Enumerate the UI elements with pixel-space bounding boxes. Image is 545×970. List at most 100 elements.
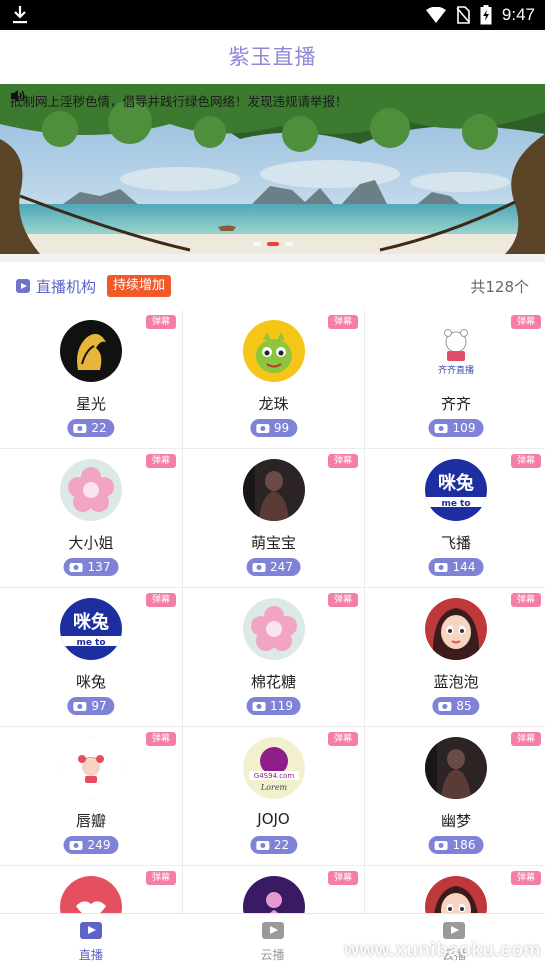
carousel-dot-active[interactable] <box>266 242 279 246</box>
svg-text:Lorem: Lorem <box>259 783 287 792</box>
danmaku-tag: 弹幕 <box>327 315 358 329</box>
viewer-count-pill: 249 <box>63 836 119 854</box>
viewer-count: 109 <box>452 421 476 435</box>
platform-avatar: G4S94.com Lorem <box>242 737 305 799</box>
platform-card[interactable]: 弹幕 <box>183 866 364 914</box>
camera-icon <box>255 423 269 433</box>
platform-avatar <box>242 459 305 521</box>
nav-label: 直播 <box>78 948 103 962</box>
platform-avatar: 咪兔 me to <box>425 459 487 521</box>
camera-icon <box>434 562 448 572</box>
platform-card[interactable]: 弹幕蓝泡泡 <box>365 866 545 914</box>
danmaku-tag: 弹幕 <box>510 593 541 607</box>
camera-icon <box>252 562 266 572</box>
platform-avatar <box>425 598 487 660</box>
platform-card[interactable]: 弹幕 咪兔 me to 咪兔 97 <box>0 588 182 726</box>
platform-avatar <box>242 598 305 660</box>
cloud-tv-icon <box>261 922 284 939</box>
nav-item-live[interactable]: 直播 <box>0 914 182 970</box>
viewer-count: 22 <box>91 421 107 435</box>
divider <box>0 254 545 262</box>
viewer-count: 137 <box>87 560 111 574</box>
section-header: 直播机构 持续增加 共128个 <box>0 262 545 310</box>
danmaku-tag: 弹幕 <box>327 593 358 607</box>
platform-name: 幽梦 <box>440 812 471 830</box>
section-title: 直播机构 <box>36 278 97 296</box>
danmaku-tag: 弹幕 <box>145 732 176 746</box>
nav-item-cloud[interactable]: 云播 <box>182 914 364 970</box>
viewer-count: 186 <box>452 838 476 852</box>
notice-text: 抵制网上淫秽色情，倡导并践行绿色网络！发现违规请举报！ <box>10 93 348 109</box>
viewer-count: 119 <box>270 699 293 713</box>
camera-icon <box>69 562 83 572</box>
viewer-count: 247 <box>270 560 293 574</box>
platform-name: 龙珠 <box>258 395 289 413</box>
platform-avatar <box>60 876 122 914</box>
download-icon <box>13 6 27 24</box>
platform-count: 共128个 <box>470 278 529 296</box>
platform-avatar <box>242 320 305 382</box>
danmaku-tag: 弹幕 <box>145 871 176 885</box>
camera-icon <box>73 701 87 711</box>
platform-card[interactable]: 弹幕 龙珠 99 <box>183 310 364 448</box>
danmaku-tag: 弹幕 <box>145 454 176 468</box>
viewer-count: 249 <box>87 838 111 852</box>
battery-charging-icon <box>480 5 492 25</box>
viewer-count-pill: 97 <box>67 697 115 715</box>
platform-card[interactable]: 弹幕 <box>0 866 182 914</box>
platform-card[interactable]: 弹幕 唇瓣 249 <box>0 727 182 865</box>
danmaku-tag: 弹幕 <box>510 454 541 468</box>
svg-text:me to: me to <box>441 499 470 509</box>
viewer-count-pill: 137 <box>63 558 119 576</box>
danmaku-tag: 弹幕 <box>327 732 358 746</box>
wifi-icon <box>425 7 446 23</box>
notice-bar: 抵制网上淫秽色情，倡导并践行绿色网络！发现违规请举报！ <box>10 89 540 111</box>
status-time: 9:47 <box>501 5 535 24</box>
carousel-indicator <box>0 242 545 246</box>
viewer-count-pill: 144 <box>428 558 484 576</box>
section-badge: 持续增加 <box>107 275 172 297</box>
viewer-count-pill: 247 <box>246 558 301 576</box>
carousel-dot[interactable] <box>284 242 293 246</box>
platform-card[interactable]: 弹幕 幽梦 186 <box>365 727 545 865</box>
platform-card[interactable]: 弹幕 蓝泡泡 85 <box>365 588 545 726</box>
camera-icon <box>255 840 269 850</box>
platform-card[interactable]: 弹幕棉花糖 119 <box>183 588 364 726</box>
app-header: 紫玉直播 <box>0 30 545 84</box>
viewer-count-pill: 119 <box>246 697 301 715</box>
platform-avatar: 咪兔 me to <box>60 598 122 660</box>
platform-card[interactable]: 弹幕 齐齐直播 齐齐 109 <box>365 310 545 448</box>
danmaku-tag: 弹幕 <box>145 593 176 607</box>
cloud-tv-icon <box>443 922 466 939</box>
platform-name: JOJO <box>257 810 290 828</box>
platform-name: 蓝泡泡 <box>433 673 479 691</box>
platform-card[interactable]: 弹幕 大小姐 137 <box>0 449 182 587</box>
platform-avatar <box>60 320 122 382</box>
camera-icon <box>73 423 87 433</box>
platform-grid: 弹幕 星光 22 弹幕 龙珠 99 弹幕 齐齐直播 齐齐 109 弹幕 大小姐 137 弹幕 萌宝宝 247 弹… <box>0 310 545 914</box>
live-tv-icon <box>79 922 102 939</box>
platform-card[interactable]: 弹幕 G4S94.com Lorem JOJO 22 <box>183 727 364 865</box>
svg-text:齐齐直播: 齐齐直播 <box>438 364 474 376</box>
platform-card[interactable]: 弹幕 咪兔 me to 飞播 144 <box>365 449 545 587</box>
carousel-dot[interactable] <box>252 242 261 246</box>
platform-card[interactable]: 弹幕 星光 22 <box>0 310 182 448</box>
status-bar: 9:47 <box>0 0 545 30</box>
platform-avatar <box>60 737 122 799</box>
viewer-count-pill: 186 <box>428 836 484 854</box>
platform-avatar <box>60 459 122 521</box>
svg-text:G4S94.com: G4S94.com <box>253 772 294 780</box>
camera-icon <box>438 701 452 711</box>
viewer-count: 97 <box>91 699 107 713</box>
viewer-count: 22 <box>273 838 290 852</box>
camera-icon <box>434 840 448 850</box>
camera-icon <box>434 423 448 433</box>
platform-name: 齐齐 <box>440 395 471 413</box>
platform-name: 棉花糖 <box>250 673 296 691</box>
banner-carousel[interactable]: 抵制网上淫秽色情，倡导并践行绿色网络！发现违规请举报！ <box>0 84 545 254</box>
viewer-count-pill: 22 <box>249 836 298 854</box>
viewer-count-pill: 109 <box>428 419 484 437</box>
platform-card[interactable]: 弹幕 萌宝宝 247 <box>183 449 364 587</box>
svg-text:咪兔: 咪兔 <box>73 611 109 633</box>
viewer-count-pill: 22 <box>67 419 115 437</box>
